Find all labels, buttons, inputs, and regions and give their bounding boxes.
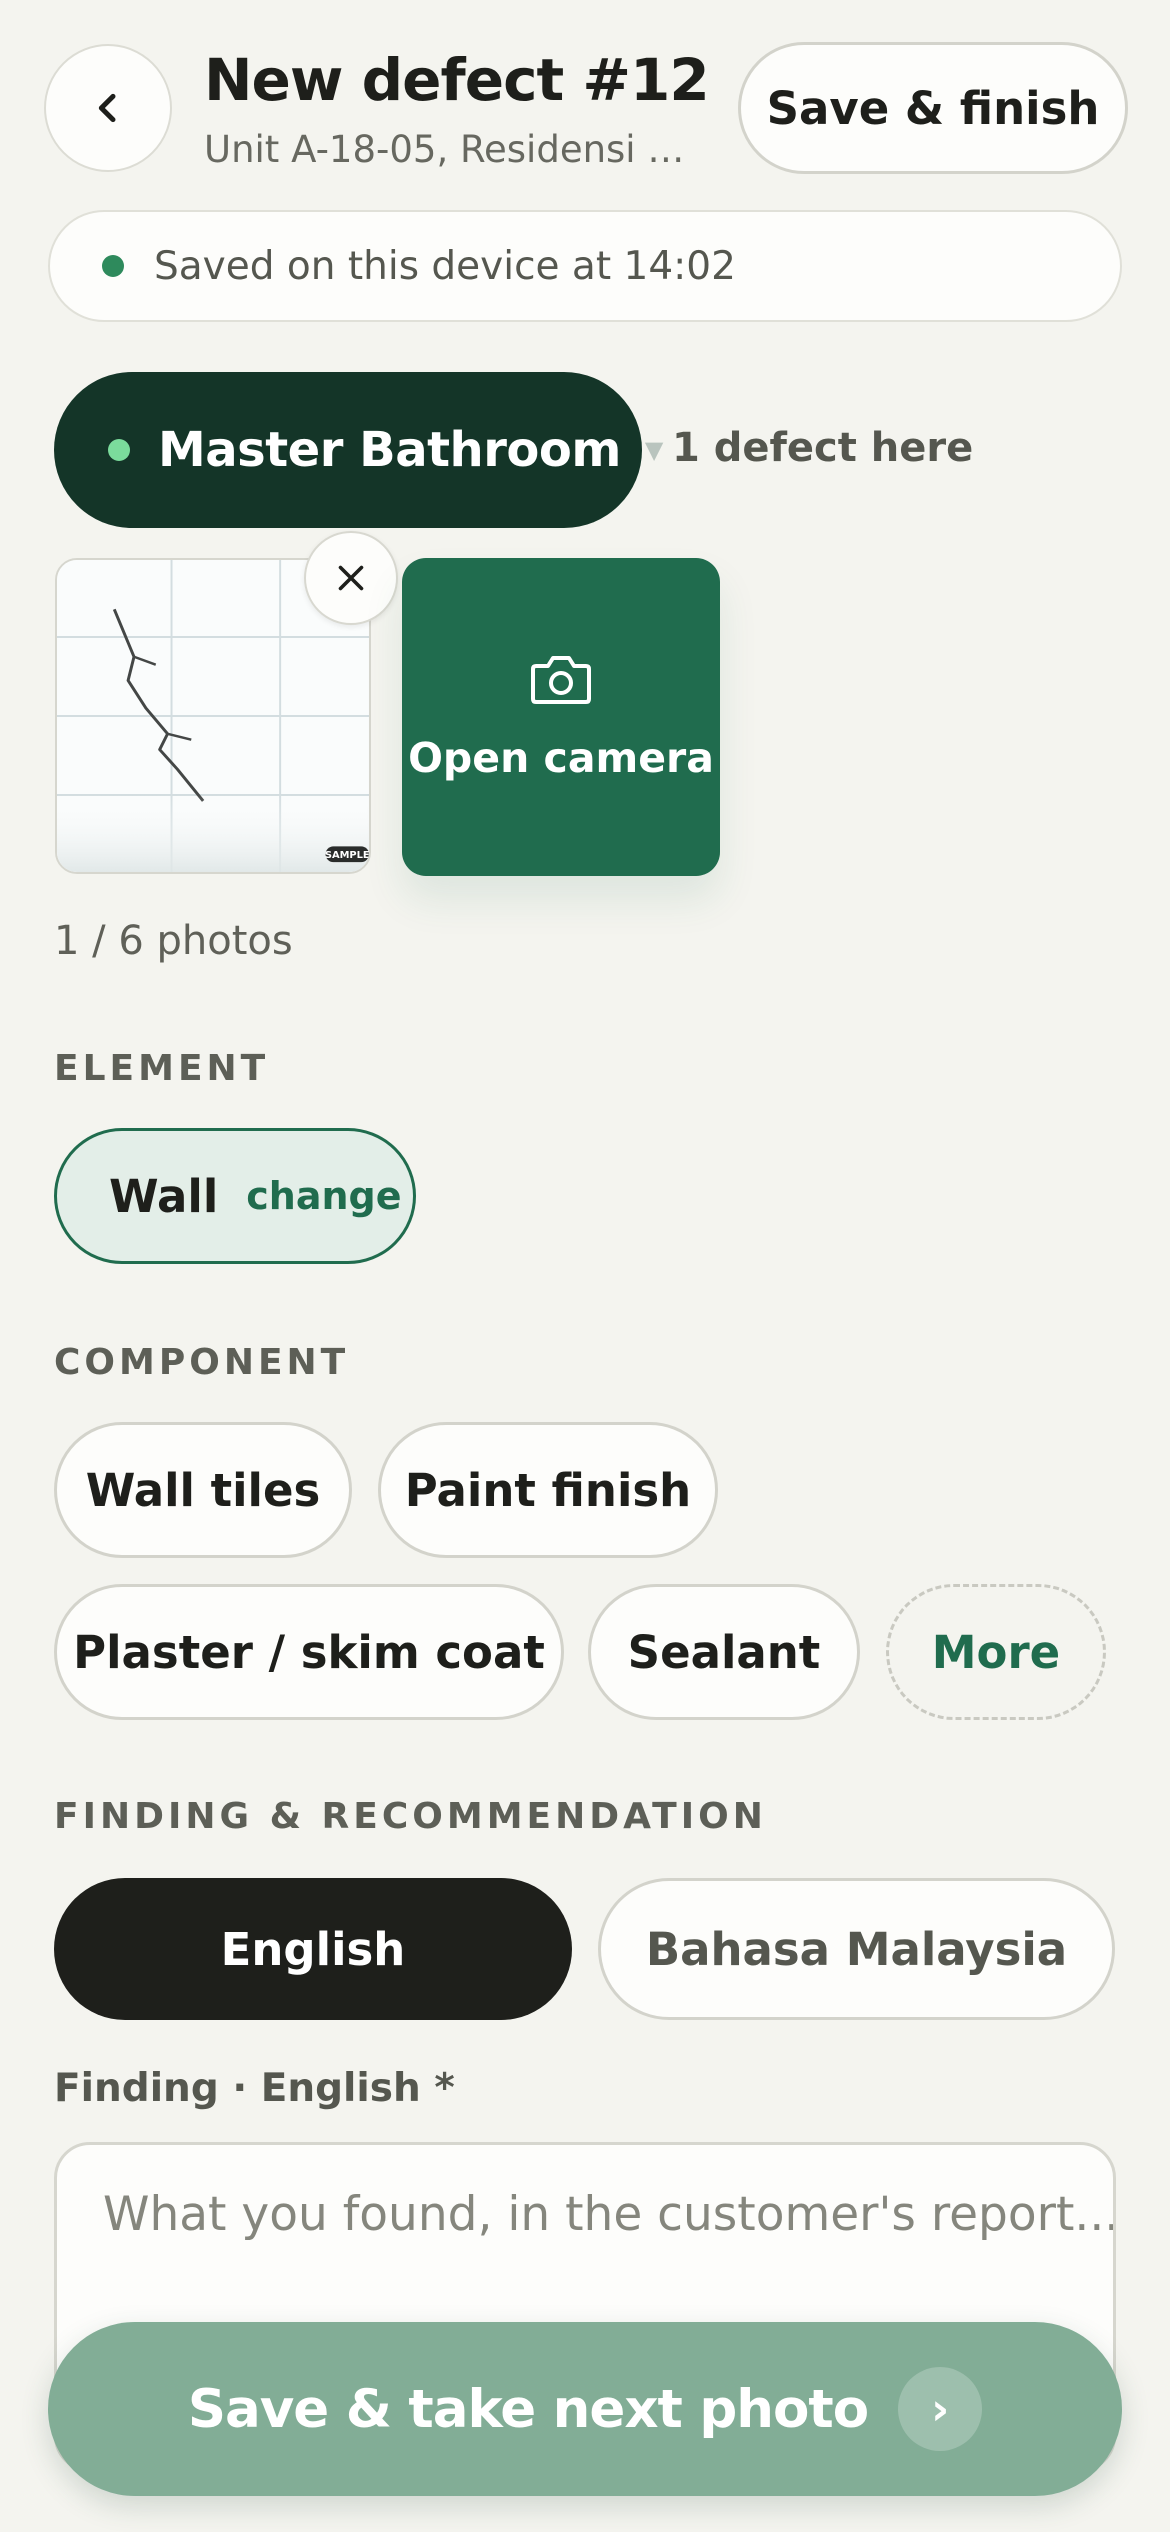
status-dot-icon — [102, 255, 124, 277]
page-title: New defect #12 — [204, 46, 710, 114]
caret-down-icon: ▼ — [644, 436, 664, 464]
component-chip-sealant[interactable]: Sealant — [588, 1584, 860, 1720]
chevron-right-icon: › — [898, 2367, 983, 2451]
open-camera-label: Open camera — [408, 734, 714, 782]
save-next-photo-button[interactable]: Save & take next photo › — [48, 2322, 1122, 2496]
room-dot-icon — [108, 439, 130, 461]
chevron-left-icon — [98, 93, 116, 123]
component-chip-paint-finish[interactable]: Paint finish — [378, 1422, 718, 1558]
element-section-label: ELEMENT — [54, 1048, 270, 1089]
element-selected-label: Wall — [109, 1169, 219, 1223]
room-name: Master Bathroom — [158, 422, 621, 478]
photo-sample-badge: SAMPLE — [325, 850, 369, 861]
component-chip-wall-tiles[interactable]: Wall tiles — [54, 1422, 352, 1558]
element-chip-wall[interactable]: Wall change — [54, 1128, 416, 1264]
finding-field-label: Finding · English * — [54, 2066, 455, 2111]
save-finish-button[interactable]: Save & finish — [738, 42, 1128, 174]
defect-form-screen: New defect #12 Unit A-18-05, Residensi M… — [0, 0, 1170, 2532]
camera-icon — [531, 656, 591, 704]
room-selector[interactable]: Master Bathroom ▼ — [54, 372, 663, 528]
unit-subtitle: Unit A-18-05, Residensi M... — [204, 128, 704, 171]
defect-count: 1 defect here — [672, 425, 974, 471]
component-section-label: COMPONENT — [54, 1342, 350, 1383]
photo-count: 1 / 6 photos — [54, 918, 293, 964]
close-icon — [338, 565, 364, 591]
open-camera-button[interactable]: Open camera — [402, 558, 720, 876]
element-change-link[interactable]: change — [246, 1174, 401, 1218]
save-next-photo-label: Save & take next photo — [187, 2378, 869, 2440]
component-chip-plaster[interactable]: Plaster / skim coat — [54, 1584, 564, 1720]
finding-section-label: FINDING & RECOMMENDATION — [54, 1796, 767, 1837]
component-more-button[interactable]: More — [886, 1584, 1106, 1720]
remove-photo-button[interactable] — [304, 531, 398, 625]
saved-status-banner: Saved on this device at 14:02 — [48, 210, 1122, 322]
language-tab-english[interactable]: English — [54, 1878, 572, 2020]
back-button[interactable] — [44, 44, 172, 172]
saved-status-text: Saved on this device at 14:02 — [154, 243, 736, 289]
language-tab-malay[interactable]: Bahasa Malaysia — [598, 1878, 1115, 2020]
